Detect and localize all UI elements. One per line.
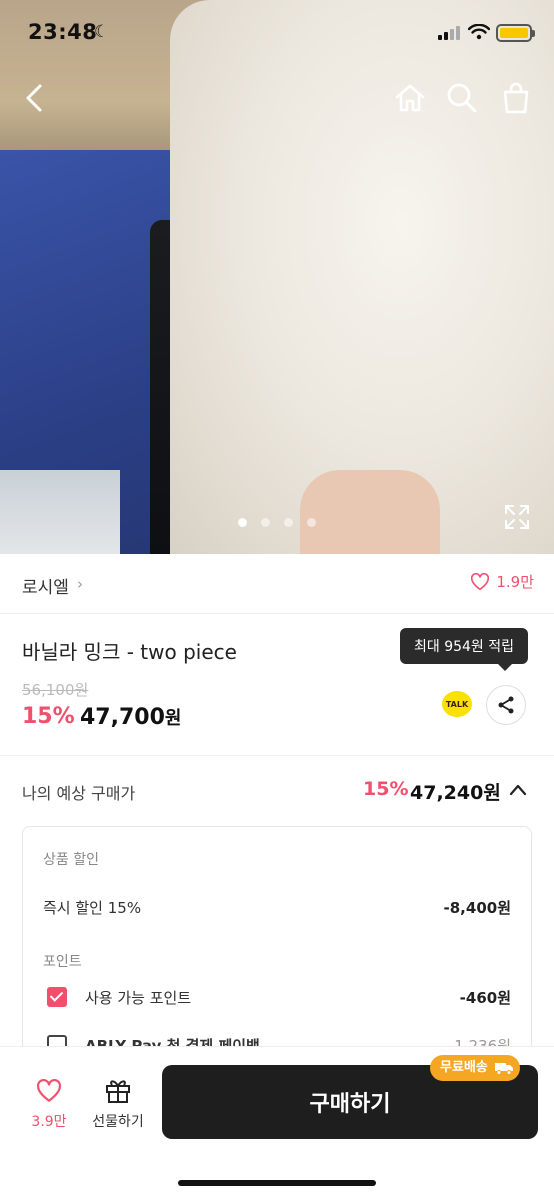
instant-discount-value: -8,400원 [443, 899, 511, 917]
estimated-price: 47,240원 [410, 782, 501, 804]
points-label: 사용 가능 포인트 [85, 989, 192, 1007]
seller-name[interactable]: 로시엘 [22, 573, 69, 598]
section-divider [0, 755, 554, 756]
free-shipping-badge: 무료배송 [430, 1055, 520, 1081]
like-count: 3.9만 [31, 1114, 67, 1130]
cart-icon[interactable] [498, 80, 534, 116]
carousel-dot [307, 518, 316, 527]
final-price-number: 47,700 [80, 705, 165, 730]
original-price: 56,100원 [22, 681, 89, 699]
final-price: 47,700원 [80, 704, 181, 730]
heart-icon [471, 572, 490, 590]
gift-label: 선물하기 [92, 1114, 144, 1130]
chevron-up-icon[interactable] [508, 780, 528, 800]
home-indicator [178, 1180, 376, 1186]
wifi-icon [468, 24, 490, 40]
carousel-dot [261, 518, 270, 527]
carousel-dot [284, 518, 293, 527]
expand-icon[interactable] [503, 503, 531, 531]
points-value: -460원 [459, 989, 511, 1007]
product-image[interactable]: 23:48 ☾ [0, 0, 554, 554]
seller-row[interactable]: 로시엘 › 1.9만 [0, 554, 554, 614]
gift-button[interactable]: 선물하기 [88, 1077, 148, 1131]
free-shipping-label: 무료배송 [440, 1060, 488, 1075]
estimated-discount-rate: 15% [363, 778, 409, 800]
status-time: 23:48 [28, 20, 98, 44]
kakao-talk-icon[interactable]: TALK [442, 691, 472, 717]
truck-icon [494, 1063, 513, 1075]
product-title: 바닐라 밍크 - two piece [22, 640, 237, 664]
share-button[interactable] [486, 685, 526, 725]
status-bar: 23:48 ☾ [0, 0, 554, 64]
bottom-action-bar: 3.9만 선물하기 구매하기 무료배송 [0, 1046, 554, 1200]
final-price-unit: 원 [164, 708, 182, 729]
points-tooltip: 최대 954원 적립 [400, 628, 528, 671]
image-model-hand [300, 470, 440, 554]
image-glass-table [0, 470, 120, 554]
search-icon[interactable] [444, 80, 480, 116]
carousel-dot [238, 518, 247, 527]
gift-icon [106, 1080, 130, 1103]
chevron-right-icon: › [77, 575, 83, 593]
store-like-button[interactable]: 1.9만 [470, 571, 534, 592]
discount-rate: 15% [22, 704, 75, 729]
like-button[interactable]: 3.9만 [26, 1078, 72, 1131]
moon-icon: ☾ [94, 22, 110, 42]
estimated-price-label: 나의 예상 구매가 [22, 784, 136, 803]
instant-discount-label: 즉시 할인 15% [43, 899, 142, 917]
points-checkbox[interactable] [47, 987, 67, 1007]
point-section-title: 포인트 [43, 954, 82, 970]
carousel-indicator [0, 518, 554, 527]
store-like-count: 1.9만 [496, 573, 534, 591]
heart-icon [37, 1078, 61, 1102]
discount-section-title: 상품 할인 [43, 852, 99, 868]
battery-icon [496, 24, 535, 42]
top-navigation [0, 76, 554, 120]
cellular-signal-icon [438, 26, 460, 40]
back-icon[interactable] [18, 80, 54, 116]
home-icon[interactable] [392, 80, 428, 116]
share-icon [498, 696, 514, 714]
